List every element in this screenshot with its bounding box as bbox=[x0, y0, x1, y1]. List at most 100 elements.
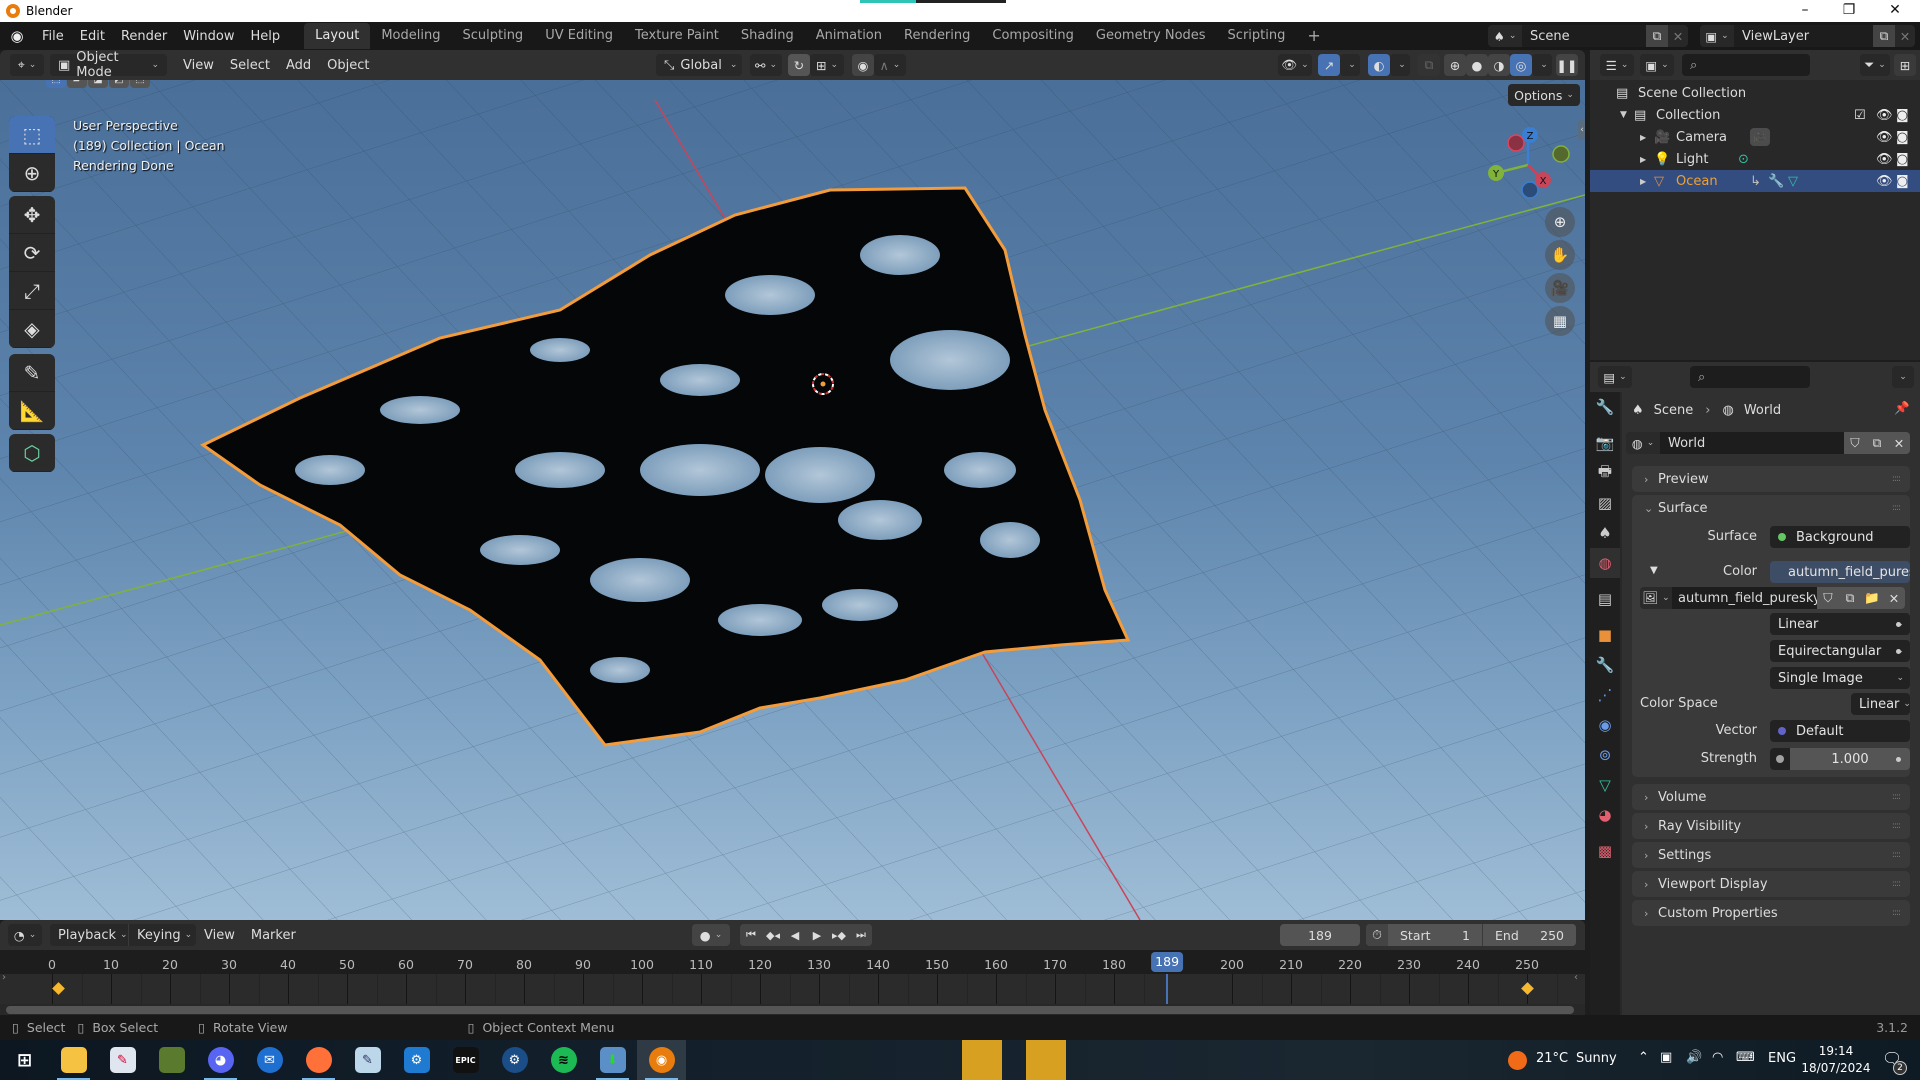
color-input-field[interactable]: autumn_field_pures... bbox=[1770, 561, 1910, 583]
outliner-item-light[interactable]: ▶ 💡 Light ⊙ 👁 ◙ bbox=[1590, 148, 1920, 170]
scene-icon[interactable]: ♠ ⌄ bbox=[1488, 25, 1522, 47]
new-viewlayer-icon[interactable]: ⧉ bbox=[1873, 25, 1895, 47]
timeline-editor-type-icon[interactable]: ◔ ⌄ bbox=[8, 924, 42, 946]
tab-layout[interactable]: Layout bbox=[304, 23, 371, 49]
panel-surface-header[interactable]: ⌄ Surface:::: bbox=[1632, 495, 1910, 521]
visibility-eye-icon[interactable]: 👁 bbox=[1876, 130, 1893, 145]
taskbar-paint[interactable]: ✎ bbox=[98, 1040, 147, 1080]
interpolation-dropdown[interactable]: Linear⌄ bbox=[1770, 613, 1910, 635]
playhead-line[interactable] bbox=[1166, 974, 1169, 1004]
drag-handle-icon[interactable]: :::: bbox=[1892, 792, 1901, 802]
editor-type-button[interactable]: ⌖ ⌄ bbox=[10, 54, 44, 76]
tab-particles-icon[interactable]: ⋰ bbox=[1590, 680, 1620, 710]
image-duplicate-icon[interactable]: ⧉ bbox=[1839, 587, 1861, 609]
vector-input-field[interactable]: Default bbox=[1770, 720, 1910, 742]
options-dropdown[interactable]: Options ⌄ bbox=[1508, 84, 1580, 106]
menu-add[interactable]: Add bbox=[278, 58, 319, 73]
select-extend-icon[interactable]: ▰ bbox=[67, 80, 87, 88]
taskbar-discord[interactable]: ◕ bbox=[196, 1040, 245, 1080]
filter-icon[interactable]: ⏷ ⌄ bbox=[1860, 54, 1890, 76]
end-frame-field[interactable]: End 250 bbox=[1482, 924, 1576, 946]
keyframe-dot[interactable] bbox=[1896, 622, 1901, 627]
playhead-frame-label[interactable]: 189 bbox=[1151, 952, 1184, 972]
overlays-dropdown[interactable]: ⌄ bbox=[1390, 54, 1410, 76]
proportional-editing-icon[interactable]: ◉ bbox=[852, 54, 874, 76]
select-new-icon[interactable]: ⬚ bbox=[46, 80, 66, 88]
tab-shading[interactable]: Shading bbox=[730, 23, 805, 49]
keyframe-dot[interactable] bbox=[1896, 757, 1901, 762]
viewlayer-icon[interactable]: ▣ ⌄ bbox=[1700, 25, 1734, 47]
expand-arrow-icon[interactable]: ▼ bbox=[1620, 110, 1634, 120]
scene-name-field[interactable]: Scene bbox=[1522, 25, 1646, 47]
start-button[interactable]: ⊞ bbox=[0, 1040, 49, 1080]
weather-desc[interactable]: Sunny bbox=[1576, 1051, 1617, 1066]
minimize-button[interactable]: – bbox=[1782, 0, 1828, 22]
overlays-toggle-icon[interactable]: ◐ bbox=[1368, 54, 1390, 76]
tab-texture-icon[interactable]: ▩ bbox=[1590, 836, 1620, 866]
weather-temp[interactable]: 21°C bbox=[1536, 1051, 1568, 1066]
properties-options-dropdown[interactable]: ⌄ bbox=[1892, 366, 1914, 388]
tab-geometry-nodes[interactable]: Geometry Nodes bbox=[1085, 23, 1217, 49]
unlink-world-icon[interactable]: ✕ bbox=[1888, 432, 1910, 454]
weather-sun-icon[interactable] bbox=[1508, 1051, 1527, 1070]
tab-texture-paint[interactable]: Texture Paint bbox=[624, 23, 730, 49]
pan-view-icon[interactable]: ✋ bbox=[1545, 240, 1575, 270]
material-shading-icon[interactable]: ◑ bbox=[1488, 54, 1510, 76]
render-camera-icon[interactable]: ◙ bbox=[1896, 108, 1909, 123]
gizmo-toggle-icon[interactable]: ↗ bbox=[1318, 54, 1340, 76]
tab-modeling[interactable]: Modeling bbox=[370, 23, 451, 49]
tab-rendering[interactable]: Rendering bbox=[893, 23, 981, 49]
timeline-menu-view[interactable]: View bbox=[196, 928, 243, 943]
visibility-eye-icon[interactable]: 👁 bbox=[1876, 152, 1893, 167]
light-data-icon[interactable]: ⊙ bbox=[1738, 152, 1749, 167]
viewlayer-selector[interactable]: ▣ ⌄ ViewLayer ⧉ ✕ bbox=[1700, 25, 1915, 47]
rotate-tool-icon[interactable]: ⟳ bbox=[9, 234, 55, 272]
properties-search-input[interactable]: ⌕ bbox=[1690, 366, 1810, 388]
taskbar-spotify[interactable]: ≋ bbox=[539, 1040, 588, 1080]
panel-viewport-display[interactable]: › Viewport Display:::: bbox=[1632, 871, 1910, 897]
expand-arrow-icon[interactable]: ▶ bbox=[1640, 133, 1654, 142]
show-hidden-icons[interactable]: ⌃ bbox=[1638, 1050, 1649, 1065]
cursor-tool-icon[interactable]: ⊕ bbox=[9, 154, 55, 192]
tab-collection-icon[interactable]: ▤ bbox=[1590, 584, 1620, 614]
blender-menu-icon[interactable]: ◉ bbox=[0, 27, 34, 45]
tab-compositing[interactable]: Compositing bbox=[981, 23, 1085, 49]
tab-physics-icon[interactable]: ◉ bbox=[1590, 710, 1620, 740]
pause-render-icon[interactable]: ❚❚ bbox=[1556, 54, 1578, 76]
fake-user-shield-icon[interactable]: ⛉ bbox=[1844, 432, 1866, 454]
panel-ray-visibility[interactable]: › Ray Visibility:::: bbox=[1632, 813, 1910, 839]
drag-handle-icon[interactable]: :::: bbox=[1892, 821, 1901, 831]
taskbar-epic-games[interactable]: EPIC bbox=[441, 1040, 490, 1080]
gizmo-dropdown[interactable]: ⌄ bbox=[1340, 54, 1360, 76]
start-frame-field[interactable]: Start 1 bbox=[1388, 924, 1482, 946]
select-intersect-icon[interactable]: ⬚ bbox=[130, 80, 150, 88]
taskbar-notepad[interactable]: ✎ bbox=[343, 1040, 392, 1080]
taskbar-steam[interactable]: ⚙ bbox=[490, 1040, 539, 1080]
snap-target-button[interactable]: ⊞ ⌄ bbox=[810, 54, 844, 76]
play-reverse-icon[interactable]: ◀ bbox=[784, 924, 806, 946]
auto-keying-toggle[interactable]: ● ⌄ bbox=[692, 924, 730, 946]
image-fake-user-icon[interactable]: ⛉ bbox=[1817, 587, 1839, 609]
wifi-icon[interactable]: ◠ bbox=[1712, 1050, 1723, 1065]
tab-uv-editing[interactable]: UV Editing bbox=[534, 23, 624, 49]
color-space-dropdown[interactable]: Linear ⌄ bbox=[1851, 693, 1911, 715]
panel-custom-properties[interactable]: › Custom Properties:::: bbox=[1632, 900, 1910, 926]
tab-animation[interactable]: Animation bbox=[805, 23, 893, 49]
outliner-item-collection[interactable]: ▼ ▤ Collection ☑ 👁 ◙ bbox=[1590, 104, 1920, 126]
delete-viewlayer-icon[interactable]: ✕ bbox=[1895, 25, 1915, 47]
select-subtract-icon[interactable]: ◪ bbox=[88, 80, 108, 88]
menu-view[interactable]: View bbox=[175, 58, 222, 73]
tab-view-layer-icon[interactable]: ▨ bbox=[1590, 488, 1620, 518]
falloff-button[interactable]: ∧ ⌄ bbox=[874, 54, 906, 76]
channel-region-toggle-icon[interactable]: › bbox=[2, 972, 6, 983]
pivot-point-button[interactable]: ⚯ ⌄ bbox=[750, 54, 782, 76]
visibility-eye-icon[interactable]: 👁 bbox=[1876, 174, 1893, 189]
tab-sculpting[interactable]: Sculpting bbox=[451, 23, 534, 49]
display-mode-icon[interactable]: ▣ ⌄ bbox=[1640, 54, 1674, 76]
keyframe-marker[interactable] bbox=[1521, 982, 1534, 995]
close-button[interactable]: ✕ bbox=[1872, 0, 1918, 22]
tab-object-icon[interactable]: ■ bbox=[1590, 620, 1620, 650]
visibility-button[interactable]: 👁 ⌄ bbox=[1278, 54, 1312, 76]
strength-slider[interactable]: 1.000 bbox=[1770, 748, 1910, 770]
keyframe-marker[interactable] bbox=[52, 982, 65, 995]
